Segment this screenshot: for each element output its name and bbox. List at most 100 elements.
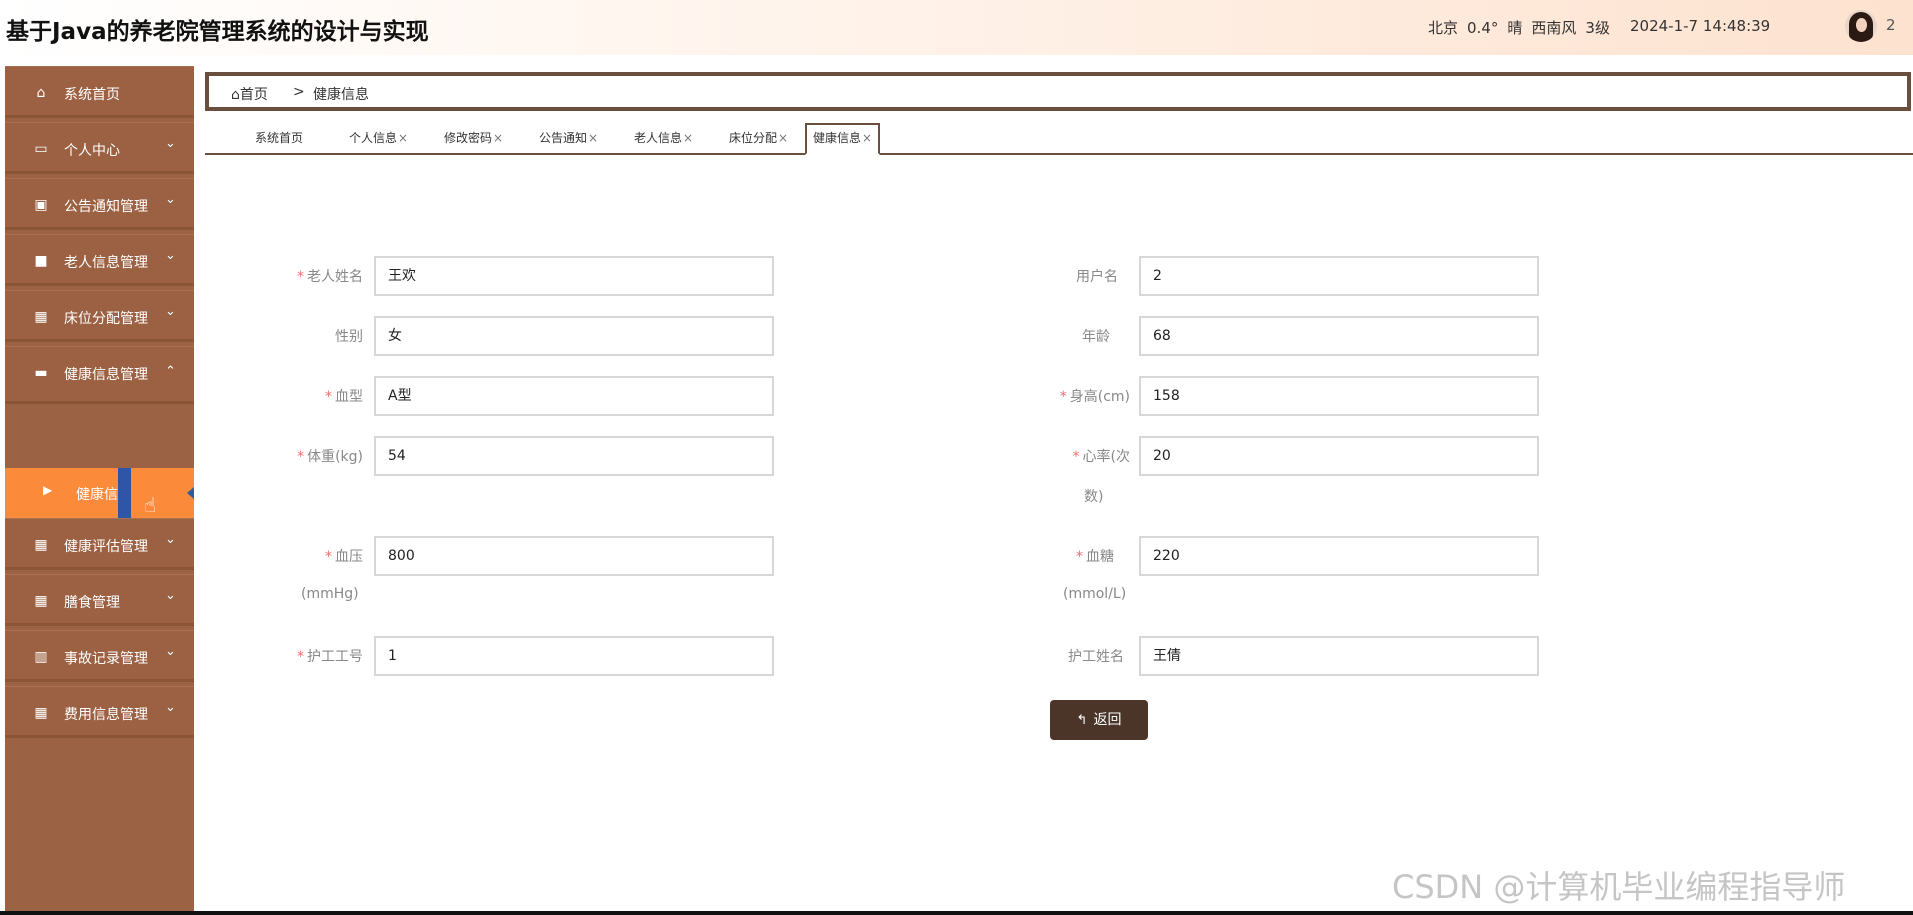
breadcrumb-home[interactable]: ⌂首页 (231, 84, 268, 104)
gender-label: 性别 (335, 329, 363, 345)
tab-label: 健康信息 (813, 131, 862, 145)
sidebar-item-meal[interactable]: ▦ 膳食管理 ⌄ (5, 574, 194, 626)
chevron-down-icon: ⌄ (165, 248, 176, 263)
username-field[interactable]: 2 (1139, 256, 1539, 296)
blood-sugar-unit: (mmol/L) (1063, 586, 1127, 602)
chart-icon: ▥ (34, 649, 48, 665)
back-button-label: 返回 (1093, 712, 1122, 728)
back-button[interactable]: ↰ 返回 (1050, 700, 1148, 740)
age-field[interactable]: 68 (1139, 316, 1539, 356)
sidebar-item-assessment[interactable]: ▦ 健康评估管理 ⌄ (5, 518, 194, 570)
watermark: CSDN @计算机毕业编程指导师 (1392, 868, 1846, 906)
chevron-down-icon: ⌄ (165, 192, 176, 207)
breadcrumb-current: 健康信息 (313, 87, 369, 103)
home-icon: ⌂ (36, 85, 46, 101)
active-marker (118, 468, 131, 518)
gender-field[interactable]: 女 (374, 316, 774, 356)
heart-rate-unit: 数) (1084, 489, 1104, 505)
home-icon: ⌂ (231, 87, 240, 103)
weather-city: 北京 (1428, 19, 1459, 37)
close-icon[interactable]: × (398, 131, 408, 145)
tab-home[interactable]: 系统首页 (255, 123, 303, 154)
return-icon: ↰ (1076, 713, 1088, 728)
sidebar-item-elder[interactable]: ■ 老人信息管理 ⌄ (5, 234, 194, 286)
user-name[interactable]: 2 (1886, 16, 1896, 34)
tab-elder[interactable]: 老人信息× (634, 123, 693, 154)
sidebar-item-label: 健康评估管理 (64, 539, 148, 555)
weather-temp: 0.4° (1467, 19, 1499, 37)
grid-icon: ▦ (34, 309, 48, 325)
blood-type-label: * 血型 (325, 389, 363, 405)
weather-condition: 晴 (1507, 19, 1523, 37)
chevron-down-icon: ⌄ (165, 304, 176, 319)
blood-type-field[interactable]: A型 (374, 376, 774, 416)
chevron-down-icon: ⌄ (165, 136, 176, 151)
sidebar-item-fee[interactable]: ▦ 费用信息管理 ⌄ (5, 686, 194, 738)
tab-notice[interactable]: 公告通知× (539, 123, 598, 154)
sidebar-item-health[interactable]: ▬ 健康信息管理 ⌃ (5, 346, 194, 404)
elder-name-field[interactable]: 王欢 (374, 256, 774, 296)
close-icon[interactable]: × (683, 131, 693, 145)
nurse-name-label: 护工姓名 (1068, 649, 1124, 665)
app-title: 基于Java的养老院管理系统的设计与实现 (6, 19, 429, 45)
tab-bed[interactable]: 床位分配× (729, 123, 788, 154)
tab-profile[interactable]: 个人信息× (349, 123, 408, 154)
sidebar-item-bed[interactable]: ▦ 床位分配管理 ⌄ (5, 290, 194, 342)
datetime: 2024-1-7 14:48:39 (1630, 17, 1771, 35)
tab-health-info[interactable]: 健康信息× (805, 123, 881, 155)
grid-icon: ▦ (34, 705, 48, 721)
close-icon[interactable]: × (862, 131, 872, 145)
clipboard-icon: ▣ (34, 197, 48, 213)
grid-icon: ▦ (34, 537, 48, 553)
weight-field[interactable]: 54 (374, 436, 774, 476)
tab-password[interactable]: 修改密码× (444, 123, 503, 154)
sidebar-item-notice[interactable]: ▣ 公告通知管理 ⌄ (5, 178, 194, 230)
username-label: 用户名 (1076, 269, 1118, 285)
weight-label: * 体重(kg) (297, 449, 363, 465)
chevron-down-icon: ⌄ (165, 700, 176, 715)
briefcase-icon: ■ (34, 253, 48, 269)
sidebar-item-label: 系统首页 (64, 87, 120, 103)
breadcrumb-home-label: 首页 (239, 87, 268, 103)
blood-pressure-field[interactable]: 800 (374, 536, 774, 576)
sidebar-item-label: 个人中心 (64, 143, 120, 159)
caret-right-icon: ▶ (43, 483, 53, 497)
elder-name-label: * 老人姓名 (297, 269, 363, 285)
sidebar-subitem-health-info[interactable]: ▶ 健康信息 ☝ (5, 468, 194, 518)
active-notch (187, 487, 194, 499)
bottom-border (0, 911, 1913, 915)
tab-label: 老人信息 (634, 131, 683, 145)
sidebar-item-home[interactable]: ⌂ 系统首页 (5, 66, 194, 118)
blood-pressure-unit: (mmHg) (301, 586, 359, 602)
hand-cursor-icon: ☝ (144, 493, 157, 517)
weather-info: 北京 0.4° 晴西南风 3级 (1428, 17, 1619, 38)
nurse-id-field[interactable]: 1 (374, 636, 774, 676)
height-field[interactable]: 158 (1139, 376, 1539, 416)
close-icon[interactable]: × (493, 131, 503, 145)
blood-pressure-label: * 血压 (325, 549, 363, 565)
close-icon[interactable]: × (778, 131, 788, 145)
sidebar-item-personal[interactable]: ▭ 个人中心 ⌄ (5, 122, 194, 174)
grid-icon: ▦ (34, 593, 48, 609)
tab-label: 公告通知 (539, 131, 588, 145)
avatar[interactable] (1845, 10, 1877, 42)
heart-rate-field[interactable]: 20 (1139, 436, 1539, 476)
sidebar-item-label: 公告通知管理 (64, 199, 148, 215)
sidebar-item-label: 费用信息管理 (64, 707, 148, 723)
blood-sugar-label: * 血糖 (1076, 549, 1114, 565)
close-icon[interactable]: × (588, 131, 598, 145)
ticket-icon: ▬ (34, 365, 48, 381)
height-label: * 身高(cm) (1059, 389, 1130, 405)
tab-label: 床位分配 (729, 131, 778, 145)
sidebar-item-accident[interactable]: ▥ 事故记录管理 ⌄ (5, 630, 194, 682)
chevron-down-icon: ⌄ (165, 644, 176, 659)
weather-level: 3级 (1585, 19, 1610, 37)
nurse-name-field[interactable]: 王倩 (1139, 636, 1539, 676)
age-label: 年龄 (1082, 329, 1110, 345)
nurse-id-label: * 护工工号 (297, 649, 363, 665)
card-icon: ▭ (34, 141, 48, 157)
chevron-up-icon: ⌃ (165, 364, 176, 379)
blood-sugar-field[interactable]: 220 (1139, 536, 1539, 576)
breadcrumb-separator: > (293, 84, 305, 100)
tab-label: 个人信息 (349, 131, 398, 145)
